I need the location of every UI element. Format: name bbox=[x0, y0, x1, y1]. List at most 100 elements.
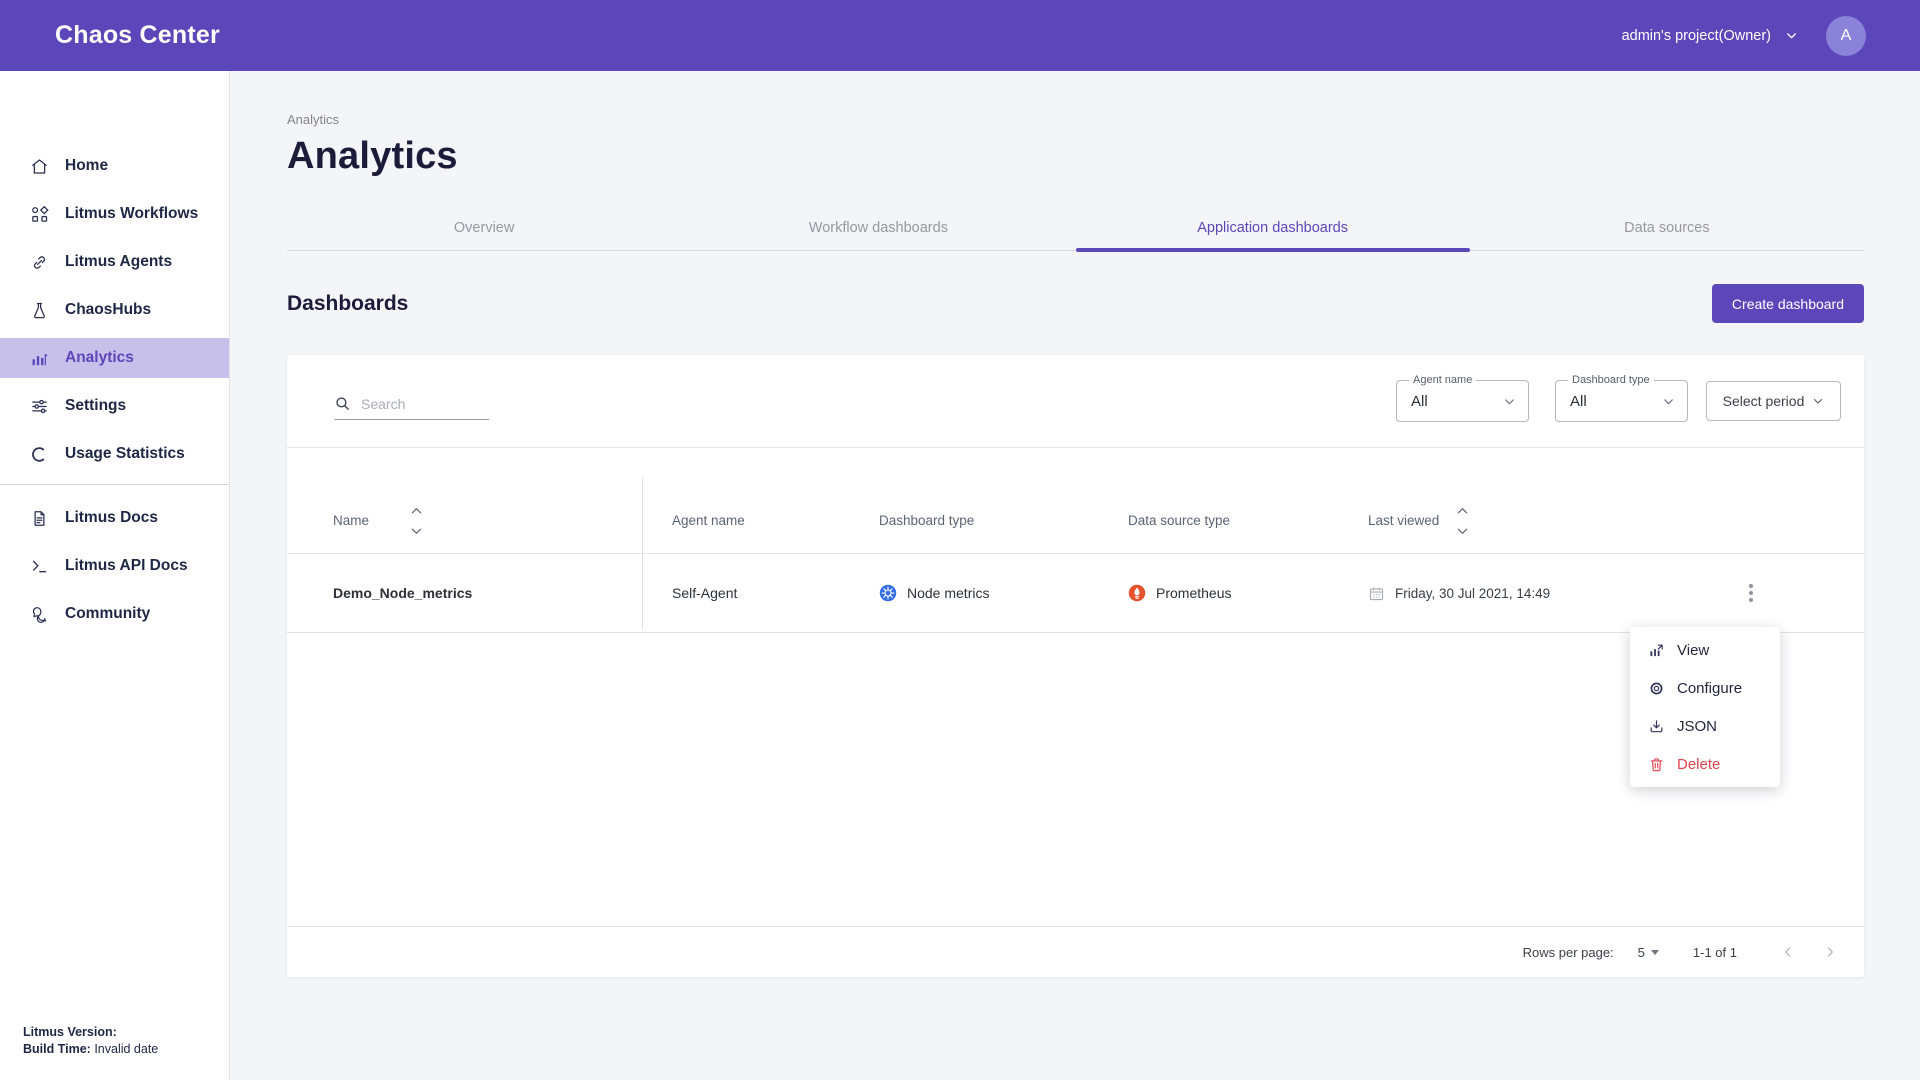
flask-icon bbox=[29, 301, 49, 320]
sidebar-item-litmus-workflows[interactable]: Litmus Workflows bbox=[0, 194, 229, 234]
column-header-dashboard-type: Dashboard type bbox=[878, 513, 1127, 528]
sidebar-item-settings[interactable]: Settings bbox=[0, 386, 229, 426]
sidebar-item-label: Settings bbox=[65, 397, 126, 415]
dashboard-type-select[interactable]: Dashboard type All bbox=[1555, 380, 1688, 422]
workflows-icon bbox=[29, 205, 49, 224]
row-context-menu: View Configure JSON Delete bbox=[1630, 627, 1780, 787]
previous-page-button[interactable] bbox=[1775, 939, 1801, 965]
menu-item-label: Delete bbox=[1677, 756, 1720, 773]
chat-bubbles-icon bbox=[29, 605, 49, 624]
chevron-down-icon bbox=[1812, 395, 1824, 407]
sidebar-item-label: Litmus API Docs bbox=[65, 557, 188, 575]
sidebar: Home Litmus Workflows Litmus Agents Chao… bbox=[0, 71, 230, 1080]
pagination-range: 1-1 of 1 bbox=[1693, 945, 1737, 960]
table-row[interactable]: Demo_Node_metrics Self-Agent Node metric… bbox=[287, 554, 1864, 633]
sidebar-item-usage-statistics[interactable]: Usage Statistics bbox=[0, 434, 229, 474]
dashboards-heading: Dashboards bbox=[287, 292, 408, 316]
row-dashboard-type: Node metrics bbox=[878, 584, 1127, 602]
sidebar-item-home[interactable]: Home bbox=[0, 146, 229, 186]
sidebar-item-label: Litmus Docs bbox=[65, 509, 158, 527]
next-page-button[interactable] bbox=[1817, 939, 1843, 965]
pagination-bar: Rows per page: 5 1-1 of 1 bbox=[287, 926, 1864, 977]
sort-controls bbox=[411, 507, 422, 535]
caret-down-icon bbox=[1651, 950, 1659, 955]
project-selector[interactable]: admin's project(Owner) bbox=[1622, 28, 1798, 44]
agent-name-select[interactable]: Agent name All bbox=[1396, 380, 1529, 422]
agent-name-select-value: All bbox=[1411, 393, 1428, 410]
sidebar-item-analytics[interactable]: Analytics bbox=[0, 338, 229, 378]
sidebar-item-label: Community bbox=[65, 605, 150, 623]
build-time-label: Build Time: bbox=[23, 1042, 91, 1056]
view-chart-icon bbox=[1648, 642, 1665, 659]
tab-bar: Overview Workflow dashboards Application… bbox=[287, 208, 1864, 251]
menu-item-json[interactable]: JSON bbox=[1630, 707, 1780, 745]
download-icon bbox=[1648, 718, 1665, 735]
search-icon bbox=[334, 395, 351, 412]
document-icon bbox=[29, 509, 49, 528]
sidebar-item-label: Usage Statistics bbox=[65, 445, 185, 463]
project-name: admin's project(Owner) bbox=[1622, 28, 1771, 44]
sort-asc-icon[interactable] bbox=[1457, 507, 1468, 514]
link-icon bbox=[29, 253, 49, 272]
terminal-icon bbox=[29, 557, 49, 576]
menu-item-view[interactable]: View bbox=[1630, 631, 1780, 669]
sort-desc-icon[interactable] bbox=[1457, 528, 1468, 535]
name-column-divider bbox=[642, 477, 643, 630]
row-agent-name: Self-Agent bbox=[642, 585, 878, 601]
row-name: Demo_Node_metrics bbox=[287, 585, 642, 601]
app-title: Chaos Center bbox=[55, 21, 220, 50]
filters-row: Agent name All Dashboard type All Se bbox=[287, 355, 1864, 422]
main-content: Analytics Analytics Overview Workflow da… bbox=[230, 71, 1920, 1080]
sort-asc-icon[interactable] bbox=[411, 507, 422, 514]
tab-data-sources[interactable]: Data sources bbox=[1470, 208, 1864, 251]
sidebar-item-label: Litmus Agents bbox=[65, 253, 172, 271]
row-data-source-type: Prometheus bbox=[1127, 584, 1367, 602]
column-header-data-source-type: Data source type bbox=[1127, 513, 1367, 528]
column-header-agent-name: Agent name bbox=[642, 513, 878, 528]
prometheus-icon bbox=[1128, 584, 1146, 602]
rows-per-page-label: Rows per page: bbox=[1523, 945, 1614, 960]
search-input[interactable] bbox=[361, 396, 476, 412]
sidebar-item-chaoshubs[interactable]: ChaosHubs bbox=[0, 290, 229, 330]
agent-name-select-label: Agent name bbox=[1409, 374, 1476, 386]
menu-item-label: View bbox=[1677, 642, 1709, 659]
sidebar-item-community[interactable]: Community bbox=[0, 594, 229, 634]
chevron-down-icon bbox=[1662, 395, 1675, 408]
avatar[interactable]: A bbox=[1826, 16, 1866, 56]
menu-item-label: Configure bbox=[1677, 680, 1742, 697]
search-box bbox=[334, 380, 489, 420]
dashboards-card: Agent name All Dashboard type All Se bbox=[287, 355, 1864, 977]
sidebar-item-litmus-agents[interactable]: Litmus Agents bbox=[0, 242, 229, 282]
node-metrics-icon bbox=[879, 584, 897, 602]
dashboards-header-row: Dashboards Create dashboard bbox=[287, 284, 1864, 323]
build-time-value: Invalid date bbox=[94, 1042, 158, 1056]
menu-item-delete[interactable]: Delete bbox=[1630, 745, 1780, 783]
table-header-row: Name Agent name Dashboard type Data sour… bbox=[287, 448, 1864, 554]
sidebar-footer: Litmus Version: Build Time: Invalid date bbox=[23, 1024, 158, 1058]
arc-icon bbox=[29, 445, 49, 464]
row-options-kebab-icon[interactable] bbox=[1739, 578, 1763, 608]
tab-application-dashboards[interactable]: Application dashboards bbox=[1076, 208, 1470, 251]
rows-per-page-select[interactable]: 5 bbox=[1638, 945, 1659, 960]
sidebar-item-label: Home bbox=[65, 157, 108, 175]
rows-per-page-value: 5 bbox=[1638, 945, 1645, 960]
sidebar-item-label: ChaosHubs bbox=[65, 301, 151, 319]
menu-item-label: JSON bbox=[1677, 718, 1717, 735]
create-dashboard-button[interactable]: Create dashboard bbox=[1712, 284, 1864, 323]
tab-workflow-dashboards[interactable]: Workflow dashboards bbox=[681, 208, 1075, 251]
header-right: admin's project(Owner) A bbox=[1622, 16, 1866, 56]
sort-desc-icon[interactable] bbox=[411, 528, 422, 535]
filters-right: Agent name All Dashboard type All Se bbox=[1396, 380, 1841, 422]
sidebar-item-litmus-api-docs[interactable]: Litmus API Docs bbox=[0, 546, 229, 586]
top-header: Chaos Center admin's project(Owner) A bbox=[0, 0, 1920, 71]
dashboard-type-select-label: Dashboard type bbox=[1568, 374, 1654, 386]
sidebar-item-litmus-docs[interactable]: Litmus Docs bbox=[0, 498, 229, 538]
home-icon bbox=[29, 157, 49, 176]
chevron-down-icon bbox=[1785, 29, 1798, 42]
tab-overview[interactable]: Overview bbox=[287, 208, 681, 251]
litmus-version-label: Litmus Version: bbox=[23, 1025, 117, 1039]
column-header-last-viewed: Last viewed bbox=[1367, 507, 1717, 535]
menu-item-configure[interactable]: Configure bbox=[1630, 669, 1780, 707]
select-period-button[interactable]: Select period bbox=[1706, 381, 1841, 421]
sort-controls bbox=[1457, 507, 1468, 535]
